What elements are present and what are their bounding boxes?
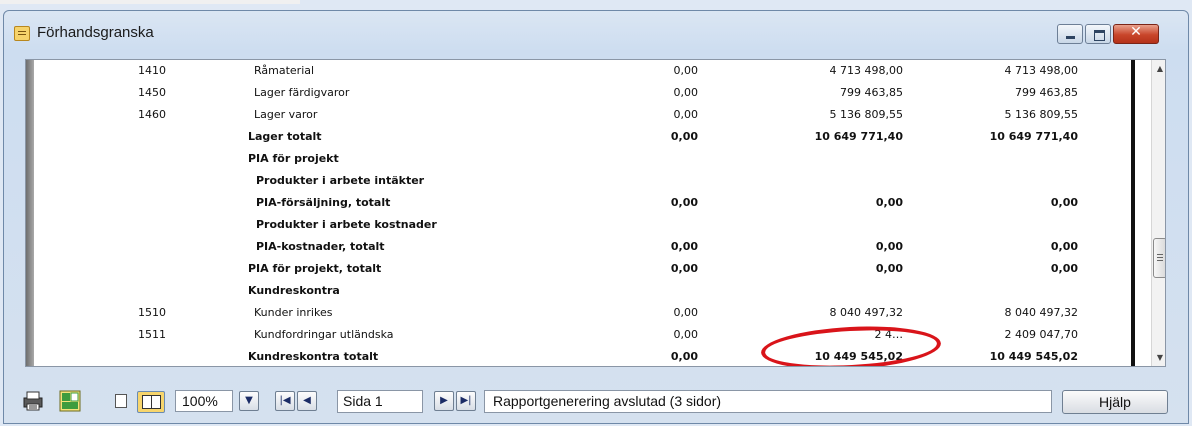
report-viewport[interactable]: 1410 Råmaterial 0,00 4 713 498,00 4 713 498,… [25, 59, 1166, 367]
title-bar[interactable]: Förhandsgranska ✕ [4, 11, 1188, 55]
export-icon[interactable] [59, 390, 81, 412]
next-page-button[interactable]: ▶ [434, 391, 454, 411]
help-button[interactable]: Hjälp [1062, 390, 1168, 414]
page-number-field[interactable]: Sida 1 [337, 390, 423, 413]
zoom-dropdown-icon[interactable]: ▼ [239, 391, 259, 411]
value-cell: 10 449 545,02 [989, 350, 1078, 363]
name-cell: PIA-kostnader, totalt [256, 240, 385, 253]
account-cell: 1410 [138, 64, 166, 77]
value-cell: 0,00 [670, 130, 698, 143]
close-button[interactable]: ✕ [1113, 24, 1159, 44]
account-cell: 1460 [138, 108, 166, 121]
printer-icon[interactable] [22, 390, 44, 412]
scroll-thumb[interactable] [1153, 238, 1165, 278]
value-cell: 0,00 [1050, 262, 1078, 275]
name-cell: Produkter i arbete kostnader [256, 218, 437, 231]
value-cell: 4 713 498,00 [829, 64, 903, 77]
name-cell: Kundreskontra totalt [248, 350, 379, 363]
name-cell: PIA för projekt [248, 152, 339, 165]
account-cell: 1510 [138, 306, 166, 319]
name-cell: Produkter i arbete intäkter [256, 174, 425, 187]
name-cell: PIA för projekt, totalt [248, 262, 382, 275]
report-row: PIA för projekt [38, 149, 1135, 171]
report-row: Produkter i arbete intäkter [38, 171, 1135, 193]
report-row: PIA-kostnader, totalt 0,00 0,00 0,00 [38, 237, 1135, 259]
status-text: Rapportgenerering avslutad (3 sidor) [484, 390, 1052, 413]
value-cell: 799 463,85 [1015, 86, 1078, 99]
value-cell: 10 649 771,40 [814, 130, 903, 143]
report-row: 1460 Lager varor 0,00 5 136 809,55 5 136 809… [38, 105, 1135, 127]
report-row: PIA-försäljning, totalt 0,00 0,00 0,00 [38, 193, 1135, 215]
report-page: 1410 Råmaterial 0,00 4 713 498,00 4 713 498,… [38, 60, 1135, 366]
name-cell: Kunder inrikes [254, 306, 333, 319]
preview-toolbar: 100% ▼ |◀ ◀ Sida 1 ▶ ▶| Rapportgenererin… [4, 379, 1190, 423]
value-cell: 0,00 [670, 196, 698, 209]
close-icon: ✕ [1130, 24, 1142, 40]
value-cell: 5 136 809,55 [829, 108, 903, 121]
value-cell: 0,00 [673, 328, 699, 341]
report-row: Kundreskontra totalt 0,00 10 449 545,02 10 … [38, 347, 1135, 366]
page-edge [1131, 60, 1135, 366]
report-row: Kundreskontra [38, 281, 1135, 303]
scroll-down-icon[interactable]: ▼ [1152, 349, 1165, 366]
background-strip [0, 0, 300, 4]
report-row: 1511 Kundfordringar utländska 0,00 2 4… 2 40… [38, 325, 1135, 347]
window-frame: Förhandsgranska ✕ 1410 Råmaterial 0,00 4 71… [3, 10, 1189, 424]
value-cell: 0,00 [875, 240, 903, 253]
value-cell: 0,00 [670, 240, 698, 253]
name-cell: Kundreskontra [248, 284, 340, 297]
scroll-up-icon[interactable]: ▲ [1152, 60, 1165, 77]
report-row: 1410 Råmaterial 0,00 4 713 498,00 4 713 498,… [38, 61, 1135, 83]
value-cell: 0,00 [875, 196, 903, 209]
zoom-select[interactable]: 100% [175, 390, 233, 412]
value-cell: 0,00 [875, 262, 903, 275]
previous-page-button[interactable]: ◀ [297, 391, 317, 411]
value-cell: 0,00 [673, 108, 699, 121]
minimize-button[interactable] [1057, 24, 1083, 44]
value-cell: 0,00 [670, 262, 698, 275]
first-page-button[interactable]: |◀ [275, 391, 295, 411]
name-cell: Kundfordringar utländska [254, 328, 394, 341]
name-cell: Lager varor [254, 108, 318, 121]
value-cell: 0,00 [670, 350, 698, 363]
name-cell: Lager färdigvaror [254, 86, 350, 99]
value-cell: 10 649 771,40 [989, 130, 1078, 143]
account-cell: 1511 [138, 328, 166, 341]
window-title: Förhandsgranska [37, 24, 154, 41]
value-cell: 0,00 [673, 86, 699, 99]
value-cell: 2 409 047,70 [1004, 328, 1078, 341]
value-cell: 5 136 809,55 [1004, 108, 1078, 121]
value-cell: 0,00 [673, 306, 699, 319]
value-cell: 0,00 [1050, 196, 1078, 209]
value-cell: 0,00 [1050, 240, 1078, 253]
preview-window: Förhandsgranska ✕ 1410 Råmaterial 0,00 4 71… [0, 0, 1192, 426]
report-row: Lager totalt 0,00 10 649 771,40 10 649 771,… [38, 127, 1135, 149]
two-pages-icon[interactable] [137, 391, 165, 413]
value-cell: 8 040 497,32 [1004, 306, 1078, 319]
name-cell: PIA-försäljning, totalt [256, 196, 391, 209]
value-cell: 0,00 [673, 64, 699, 77]
report-row: 1510 Kunder inrikes 0,00 8 040 497,32 8 040 … [38, 303, 1135, 325]
page-shadow [26, 60, 34, 366]
report-row: 1450 Lager färdigvaror 0,00 799 463,85 799 4… [38, 83, 1135, 105]
app-icon [14, 26, 30, 41]
value-cell: 799 463,85 [840, 86, 903, 99]
report-row: PIA för projekt, totalt 0,00 0,00 0,00 [38, 259, 1135, 281]
maximize-button[interactable] [1085, 24, 1111, 44]
last-page-button[interactable]: ▶| [456, 391, 476, 411]
name-cell: Lager totalt [248, 130, 322, 143]
account-cell: 1450 [138, 86, 166, 99]
name-cell: Råmaterial [254, 64, 315, 77]
report-row: Produkter i arbete kostnader [38, 215, 1135, 237]
single-page-icon[interactable] [115, 394, 127, 408]
value-cell: 8 040 497,32 [829, 306, 903, 319]
value-cell: 4 713 498,00 [1004, 64, 1078, 77]
vertical-scrollbar[interactable]: ▲ ▼ [1151, 60, 1165, 366]
